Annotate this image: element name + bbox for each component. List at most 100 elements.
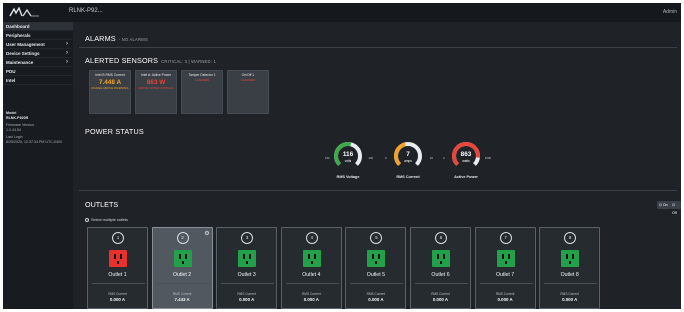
outlet-name: Outlet 2 (173, 272, 192, 278)
gauge-min: 0 (443, 156, 445, 160)
brand-logo (9, 7, 39, 17)
gauge-min: 0 (385, 156, 387, 160)
sensor-value: 7.448 A (98, 79, 122, 86)
device-name: RLNK-P92... (69, 8, 103, 14)
power-socket-icon[interactable] (432, 250, 450, 267)
radio-icon[interactable] (85, 218, 89, 222)
chevron-right-icon: › (66, 59, 68, 65)
outlet-reading-label: RMS Current (108, 292, 127, 296)
divider (156, 283, 210, 284)
outlet-card[interactable]: 8 Outlet 8 RMS Current 0.000 A (539, 227, 601, 309)
sensor-status: RANGE ABOVE WARNING (91, 86, 129, 90)
outlet-current-value: 0.000 A (303, 297, 319, 302)
gauge-max: 16 (429, 156, 433, 160)
power-socket-icon[interactable] (109, 250, 127, 267)
power-socket-icon[interactable] (496, 250, 515, 267)
outlet-number-badge: 8 (564, 232, 577, 244)
outlet-number-badge: 3 (241, 232, 254, 244)
sidebar-item-peripherals[interactable]: Peripherals (3, 31, 73, 40)
sidebar-item-dashboard[interactable]: Dashboard (3, 22, 73, 31)
user-menu[interactable]: Admin (663, 9, 677, 15)
outlet-name: Outlet 4 (302, 272, 321, 278)
power-socket-icon[interactable] (302, 250, 321, 267)
outlet-reading-label: RMS Current (495, 292, 515, 296)
outlet-number-badge: 1 (112, 232, 124, 244)
outlet-current-value: 0.000 A (109, 297, 126, 302)
outlet-current-value: 0.000 A (497, 297, 513, 302)
model-value: RLNK-P920R (6, 115, 29, 120)
gauge-active-power: 863 watts 0 1000 Active Power (441, 134, 491, 182)
divider (79, 47, 677, 48)
alarms-subtitle: - NO ALARMS (118, 37, 148, 42)
outlet-number-badge: 7 (499, 232, 512, 244)
sidebar-item-device-settings[interactable]: Device Settings › (3, 49, 73, 58)
outlets-title: OUTLETS (85, 200, 119, 209)
select-multiple-outlets[interactable]: Select multiple outlets (85, 218, 128, 222)
sidebar-item-label: User Management (6, 42, 45, 47)
sidebar-item-maintenance[interactable]: Maintenance › (3, 58, 73, 67)
gauge-value: 116 (342, 151, 354, 158)
outlet-name: Outlet 7 (496, 272, 515, 278)
outlet-card[interactable]: 7 Outlet 7 RMS Current 0.000 A (474, 227, 536, 309)
sidebar-item-intel[interactable]: Intel (3, 76, 73, 85)
outlet-reading-label: RMS Current (237, 292, 256, 296)
alarms-heading: ALARMS - NO ALARMS (85, 34, 148, 43)
outlet-card[interactable]: 3 Outlet 3 RMS Current 0.000 A (216, 227, 278, 309)
outlet-reading-label: RMS Current (560, 292, 579, 296)
gauge-value: 863 (460, 151, 472, 158)
gauge-min: 100 (325, 156, 330, 160)
outlet-current-value: 0.000 A (239, 297, 255, 302)
gauge-label: RMS Current (396, 175, 420, 179)
outlet-number-badge: 5 (370, 232, 383, 244)
chevron-right-icon: › (66, 41, 68, 47)
power-status-title: POWER STATUS (85, 127, 144, 136)
sensor-status: ABOVE UPPER CRITICAL (137, 86, 174, 90)
gauge-unit: amps (404, 159, 412, 163)
sensor-card[interactable]: Inlet B RMS Current 7.448 A RANGE ABOVE WA… (89, 70, 131, 114)
outlet-current-value: 7.443 A (174, 297, 190, 302)
power-socket-icon[interactable] (173, 250, 192, 267)
outlet-card[interactable]: 6 Outlet 6 RMS Current 0.000 A (410, 227, 471, 309)
gear-icon[interactable]: ⚙ (204, 230, 209, 237)
outlet-reading-label: RMS Current (301, 292, 321, 296)
power-socket-icon[interactable] (561, 250, 580, 267)
firmware-value: 1.0.44.54 (6, 127, 21, 132)
outlet-card[interactable]: 5 Outlet 5 RMS Current 0.000 A (345, 227, 407, 309)
outlet-card[interactable]: 2 Outlet 2 RMS Current 7.443 A ⚙ (151, 227, 213, 309)
outlet-reading-label: RMS Current (172, 292, 192, 296)
outlet-reading-label: RMS Current (366, 292, 386, 296)
sidebar-item-pdu[interactable]: PDU (3, 67, 73, 76)
sensor-card[interactable]: On/Off 1 ALARMED (227, 70, 269, 114)
power-socket-icon[interactable] (238, 250, 257, 267)
gauge-label: Active Power (454, 175, 478, 179)
gauge-label: RMS Voltage (336, 175, 360, 179)
sensor-title: Tamper Detector 1 (188, 73, 216, 77)
last-login-info: Last Login 8/25/2025, 12:37:34 PM UTC-04… (6, 135, 62, 144)
outlet-name: Outlet 6 (431, 272, 450, 278)
outlet-number-badge: 4 (305, 232, 318, 244)
sensor-value: 863 W (146, 79, 166, 86)
sidebar-item-label: Intel (6, 78, 16, 83)
outlet-card[interactable]: 1 Outlet 1 RMS Current 0.000 A (87, 227, 148, 309)
outlet-card[interactable]: 4 Outlet 4 RMS Current 0.000 A (280, 227, 342, 309)
outlet-name: Outlet 3 (237, 272, 256, 278)
sensor-card[interactable]: Tamper Detector 1 ALARMED (181, 70, 223, 114)
outlet-name: Outlet 1 (108, 272, 127, 278)
outlets-off-button[interactable]: ⏻ Off (670, 201, 681, 215)
alerted-sensors-title: ALERTED SENSORS (85, 56, 159, 65)
sidebar-item-label: Maintenance (6, 60, 34, 65)
sensor-status: ALARMED (194, 78, 210, 82)
divider (350, 283, 404, 284)
sidebar-item-user-management[interactable]: User Management › (3, 40, 73, 49)
outlets-on-button[interactable]: ⏻ On (657, 201, 670, 209)
sensor-card[interactable]: Inlet A: Active Power 863 W ABOVE UPPER CR… (135, 70, 177, 114)
power-socket-icon[interactable] (367, 250, 386, 267)
divider (415, 283, 468, 284)
divider (479, 283, 533, 284)
divider (544, 283, 598, 284)
sensor-title: On/Off 1 (241, 73, 255, 77)
firmware-info: Firmware Version 1.0.44.54 (6, 123, 34, 132)
power-status-heading: POWER STATUS (85, 127, 144, 136)
gauge-rms-current: 7 amps 0 16 RMS Current (383, 134, 433, 182)
sidebar-item-label: PDU (6, 69, 16, 74)
